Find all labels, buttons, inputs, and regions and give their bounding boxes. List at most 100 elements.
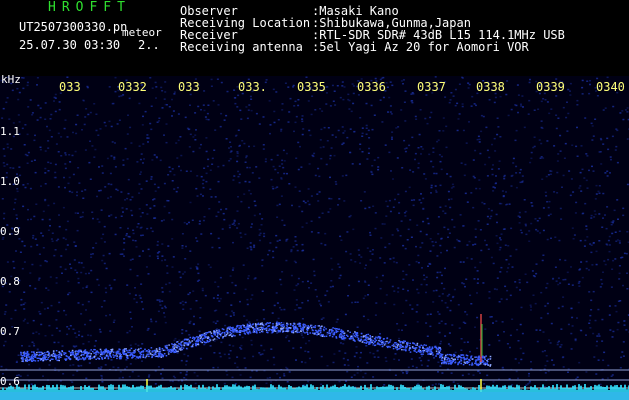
trace-speck: [292, 332, 295, 334]
noise-speck: [415, 245, 417, 248]
baseline-speck: [154, 388, 156, 392]
noise-speck: [39, 148, 42, 151]
noise-speck: [607, 239, 610, 242]
noise-speck: [604, 263, 607, 266]
noise-speck: [280, 283, 283, 286]
noise-speck: [470, 303, 473, 305]
noise-speck: [423, 173, 426, 175]
trace-speck: [292, 322, 295, 325]
baseline-speck: [340, 386, 342, 392]
noise-speck: [62, 237, 65, 239]
noise-speck: [429, 238, 432, 240]
noise-speck: [233, 175, 236, 177]
noise-speck: [139, 215, 142, 218]
noise-speck: [606, 76, 609, 79]
baseline-speck: [40, 387, 42, 392]
noise-speck: [229, 315, 232, 317]
noise-speck: [520, 103, 522, 105]
noise-speck: [163, 316, 166, 318]
trace-speck: [23, 353, 26, 356]
noise-speck: [385, 215, 388, 217]
noise-speck: [348, 99, 351, 102]
noise-speck: [196, 195, 199, 197]
noise-speck: [109, 196, 112, 198]
noise-speck: [605, 227, 608, 230]
noise-speck: [461, 103, 464, 105]
noise-speck: [279, 306, 281, 309]
noise-speck: [22, 320, 25, 322]
noise-speck: [135, 246, 138, 248]
noise-speck: [473, 103, 476, 105]
baseline-speck: [148, 385, 150, 392]
noise-speck: [422, 220, 425, 223]
noise-speck: [454, 104, 457, 107]
noise-speck: [510, 227, 513, 230]
trace-speck: [163, 353, 166, 355]
noise-speck: [114, 142, 116, 144]
noise-speck: [112, 321, 115, 323]
noise-speck: [452, 381, 455, 383]
noise-speck: [626, 111, 629, 113]
noise-speck: [156, 157, 158, 159]
trace-speck: [306, 332, 309, 334]
noise-speck: [546, 302, 549, 305]
noise-speck: [203, 109, 206, 112]
noise-speck: [66, 326, 69, 328]
noise-speck: [441, 372, 444, 374]
trace-speck: [171, 348, 173, 350]
trace-speck: [360, 338, 362, 341]
noise-speck: [485, 244, 488, 246]
noise-speck: [58, 214, 60, 216]
noise-speck: [280, 130, 283, 132]
noise-speck: [549, 213, 552, 215]
noise-speck: [443, 287, 446, 290]
noise-speck: [164, 81, 167, 83]
noise-speck: [14, 202, 16, 204]
noise-speck: [595, 263, 598, 266]
noise-speck: [38, 277, 41, 279]
noise-speck: [151, 159, 154, 161]
noise-speck: [219, 297, 222, 300]
noise-speck: [108, 120, 111, 123]
noise-speck: [50, 113, 53, 116]
baseline-speck: [392, 385, 394, 392]
noise-speck: [544, 350, 546, 352]
noise-speck: [548, 112, 551, 115]
noise-speck: [243, 193, 246, 195]
detection-count: 2..: [138, 38, 160, 52]
noise-speck: [344, 313, 347, 316]
noise-speck: [147, 327, 150, 330]
noise-speck: [607, 258, 610, 261]
baseline-speck: [124, 384, 126, 392]
noise-speck: [247, 109, 250, 111]
trace-speck: [339, 330, 342, 333]
noise-speck: [500, 202, 503, 205]
baseline-speck: [108, 385, 110, 392]
trace-speck: [133, 355, 136, 357]
noise-speck: [149, 122, 152, 125]
noise-speck: [156, 240, 159, 243]
noise-speck: [252, 355, 255, 358]
trace-speck: [84, 358, 87, 360]
noise-speck: [586, 187, 589, 189]
noise-speck: [373, 114, 376, 116]
noise-speck: [578, 285, 581, 287]
noise-speck: [332, 361, 335, 364]
noise-speck: [416, 321, 419, 323]
trace-speck: [408, 345, 411, 347]
trace-speck: [88, 352, 91, 354]
trace-speck: [93, 348, 95, 351]
noise-speck: [247, 206, 250, 209]
trace-speck: [321, 325, 323, 327]
noise-speck: [233, 314, 235, 316]
noise-speck: [171, 238, 174, 240]
noise-speck: [185, 371, 188, 373]
baseline-speck: [2, 387, 4, 392]
trace-speck: [205, 336, 207, 338]
noise-speck: [18, 121, 21, 123]
noise-speck: [499, 136, 502, 138]
trace-speck: [231, 329, 233, 332]
noise-speck: [364, 207, 367, 210]
noise-speck: [103, 225, 106, 228]
noise-speck: [491, 143, 493, 146]
